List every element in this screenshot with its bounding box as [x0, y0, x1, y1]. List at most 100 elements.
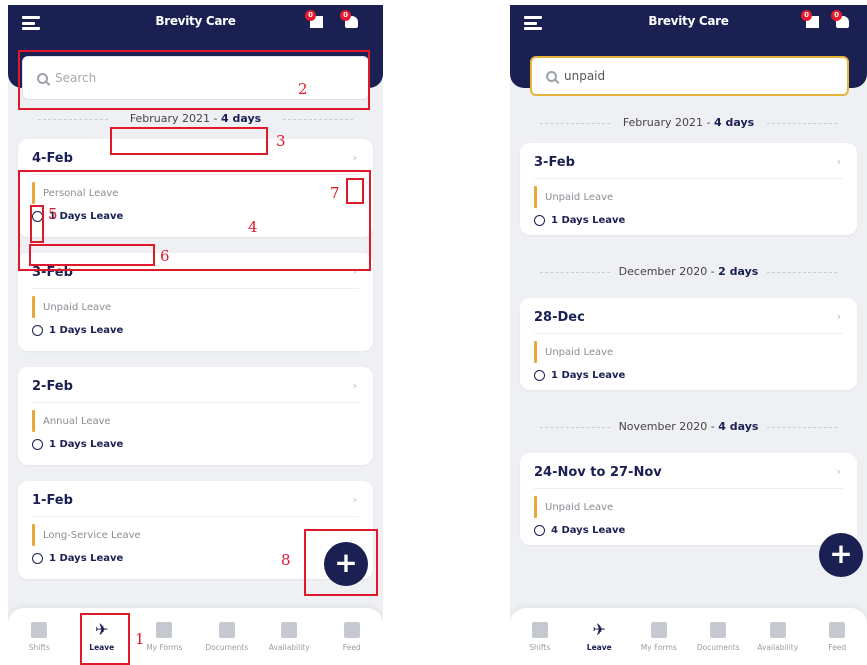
- app-header: Brevity Care 0 0: [8, 5, 383, 43]
- leave-type: Annual Leave: [43, 415, 111, 427]
- leave-card[interactable]: 2-Feb › Annual Leave 1 Days Leave: [18, 367, 373, 465]
- notification-badge: 0: [801, 10, 812, 21]
- calendar-notifications-icon[interactable]: 0: [305, 10, 324, 30]
- bell-icon[interactable]: 0: [340, 10, 359, 30]
- leave-duration: 1 Days Leave: [551, 215, 626, 226]
- leave-card[interactable]: 28-Dec › Unpaid Leave 1 Days Leave: [520, 298, 857, 390]
- leave-duration: 1 Days Leave: [49, 553, 124, 564]
- calendar-x-icon: [769, 621, 786, 638]
- annotation-box: [110, 127, 268, 155]
- folder-icon: [710, 621, 727, 638]
- airplane-icon: ✈: [592, 619, 606, 639]
- nav-item-shifts[interactable]: Shifts: [512, 621, 567, 652]
- annotation-number: 3: [276, 132, 286, 150]
- nav-item-feed[interactable]: Feed: [810, 621, 865, 652]
- annotation-box: [29, 244, 155, 266]
- leave-date: 28-Dec: [534, 310, 585, 325]
- calendar-notifications-icon[interactable]: 0: [801, 10, 820, 30]
- notification-badge: 0: [831, 10, 842, 21]
- annotation-box: [18, 50, 370, 110]
- chevron-right-icon[interactable]: ›: [837, 310, 841, 323]
- leave-duration: 1 Days Leave: [551, 370, 626, 381]
- month-header: December 2020 - 2 days: [520, 265, 857, 278]
- leave-type-indicator: [32, 296, 35, 318]
- chevron-right-icon[interactable]: ›: [353, 151, 357, 164]
- search-band: unpaid: [510, 42, 867, 96]
- clock-icon: [534, 370, 545, 381]
- leave-type: Unpaid Leave: [545, 346, 614, 358]
- annotation-number: 4: [248, 218, 258, 236]
- clock-icon: [32, 439, 43, 450]
- leave-duration: 4 Days Leave: [551, 525, 626, 536]
- nav-item-my-forms[interactable]: My Forms: [631, 621, 686, 652]
- calendar-x-icon: [281, 621, 298, 638]
- month-header: February 2021 - 4 days: [520, 116, 857, 129]
- chat-bubbles-icon: [343, 621, 360, 638]
- leave-type: Long-Service Leave: [43, 529, 141, 541]
- leave-duration: 1 Days Leave: [49, 439, 124, 450]
- leave-date: 2-Feb: [32, 379, 73, 394]
- leave-type-indicator: [534, 496, 537, 518]
- app-header: Brevity Care 0 0: [510, 5, 867, 43]
- annotation-box: [346, 178, 364, 204]
- annotation-number: 8: [281, 551, 291, 569]
- nav-item-shifts[interactable]: Shifts: [12, 621, 67, 652]
- bell-icon[interactable]: 0: [831, 10, 850, 30]
- document-icon: [156, 621, 173, 638]
- chevron-right-icon[interactable]: ›: [353, 379, 357, 392]
- leave-type-indicator: [32, 524, 35, 546]
- month-header: February 2021 - 4 days: [18, 112, 373, 125]
- leave-list: February 2021 - 4 days 3-Feb › Unpaid Le…: [510, 116, 867, 545]
- leave-type-indicator: [32, 410, 35, 432]
- leave-card[interactable]: 3-Feb › Unpaid Leave 1 Days Leave: [520, 143, 857, 235]
- month-header: November 2020 - 4 days: [520, 420, 857, 433]
- search-icon: [546, 70, 557, 82]
- bottom-nav: Shifts ✈ Leave My Forms Documents Availab…: [8, 608, 383, 665]
- add-leave-button[interactable]: +: [819, 533, 863, 577]
- leave-type: Unpaid Leave: [43, 301, 112, 313]
- annotation-number: 6: [160, 247, 170, 265]
- notification-badge: 0: [305, 10, 316, 21]
- leave-duration: 1 Days Leave: [49, 325, 124, 336]
- clock-icon: [32, 325, 43, 336]
- leave-type-indicator: [534, 186, 537, 208]
- clock-icon: [534, 215, 545, 226]
- nav-item-availability[interactable]: Availability: [262, 621, 317, 652]
- annotation-box: [80, 613, 130, 665]
- chat-bubbles-icon: [829, 621, 846, 638]
- chevron-right-icon[interactable]: ›: [353, 493, 357, 506]
- app-title: Brevity Care: [155, 14, 236, 28]
- leave-type: Unpaid Leave: [545, 191, 614, 203]
- chevron-right-icon[interactable]: ›: [837, 465, 841, 478]
- chevron-right-icon[interactable]: ›: [837, 155, 841, 168]
- leave-type-indicator: [534, 341, 537, 363]
- annotation-number: 1: [135, 630, 145, 648]
- annotation-number: 7: [330, 184, 340, 202]
- document-icon: [650, 621, 667, 638]
- nav-item-documents[interactable]: Documents: [199, 621, 254, 652]
- nav-item-leave[interactable]: ✈ Leave: [572, 619, 627, 652]
- notification-badge: 0: [340, 10, 351, 21]
- clock-icon: [32, 553, 43, 564]
- search-value: unpaid: [564, 69, 606, 83]
- phone-screen-right: Brevity Care 0 0 unpaid February 2021 - …: [510, 5, 867, 665]
- calendar-grid-icon: [31, 621, 48, 638]
- annotation-number: 5: [48, 205, 58, 223]
- search-input[interactable]: unpaid: [530, 56, 849, 96]
- clock-icon: [534, 525, 545, 536]
- annotation-box: [30, 205, 44, 243]
- folder-icon: [218, 621, 235, 638]
- leave-card[interactable]: 24-Nov to 27-Nov › Unpaid Leave 4 Days L…: [520, 453, 857, 545]
- annotation-number: 2: [298, 80, 308, 98]
- nav-item-feed[interactable]: Feed: [324, 621, 379, 652]
- leave-date: 1-Feb: [32, 493, 73, 508]
- annotation-box: [304, 529, 378, 596]
- bottom-nav: Shifts ✈ Leave My Forms Documents Availab…: [510, 608, 867, 665]
- nav-item-availability[interactable]: Availability: [750, 621, 805, 652]
- nav-item-my-forms[interactable]: My Forms: [137, 621, 192, 652]
- leave-date: 3-Feb: [534, 155, 575, 170]
- leave-type: Unpaid Leave: [545, 501, 614, 513]
- calendar-grid-icon: [531, 621, 548, 638]
- leave-date: 24-Nov to 27-Nov: [534, 465, 662, 480]
- nav-item-documents[interactable]: Documents: [691, 621, 746, 652]
